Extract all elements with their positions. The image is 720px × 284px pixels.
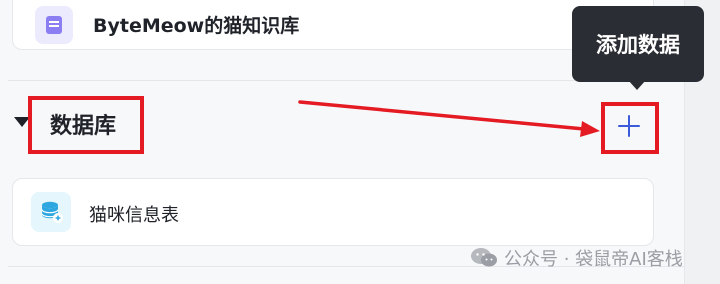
- watermark-text: 公众号 · 袋鼠帝AI客栈: [504, 249, 683, 270]
- document-icon: [35, 6, 73, 44]
- highlight-box-add-button: [601, 102, 659, 154]
- tooltip-text: 添加数据: [596, 33, 680, 57]
- highlight-box-title: [28, 96, 144, 154]
- database-icon: [31, 192, 71, 232]
- screen: ByteMeow的猫知识库 数据库 猫咪信息表 添加数据 公众号 · 袋鼠帝AI…: [0, 0, 720, 284]
- database-item[interactable]: 猫咪信息表: [12, 178, 654, 246]
- knowledge-base-card[interactable]: ByteMeow的猫知识库: [12, 0, 654, 50]
- database-item-name: 猫咪信息表: [89, 205, 179, 226]
- watermark: 公众号 · 袋鼠帝AI客栈: [470, 244, 683, 272]
- wechat-icon: [470, 247, 498, 269]
- tooltip-pointer: [628, 80, 646, 90]
- knowledge-base-name: ByteMeow的猫知识库: [93, 15, 300, 37]
- add-data-tooltip: 添加数据: [572, 6, 704, 82]
